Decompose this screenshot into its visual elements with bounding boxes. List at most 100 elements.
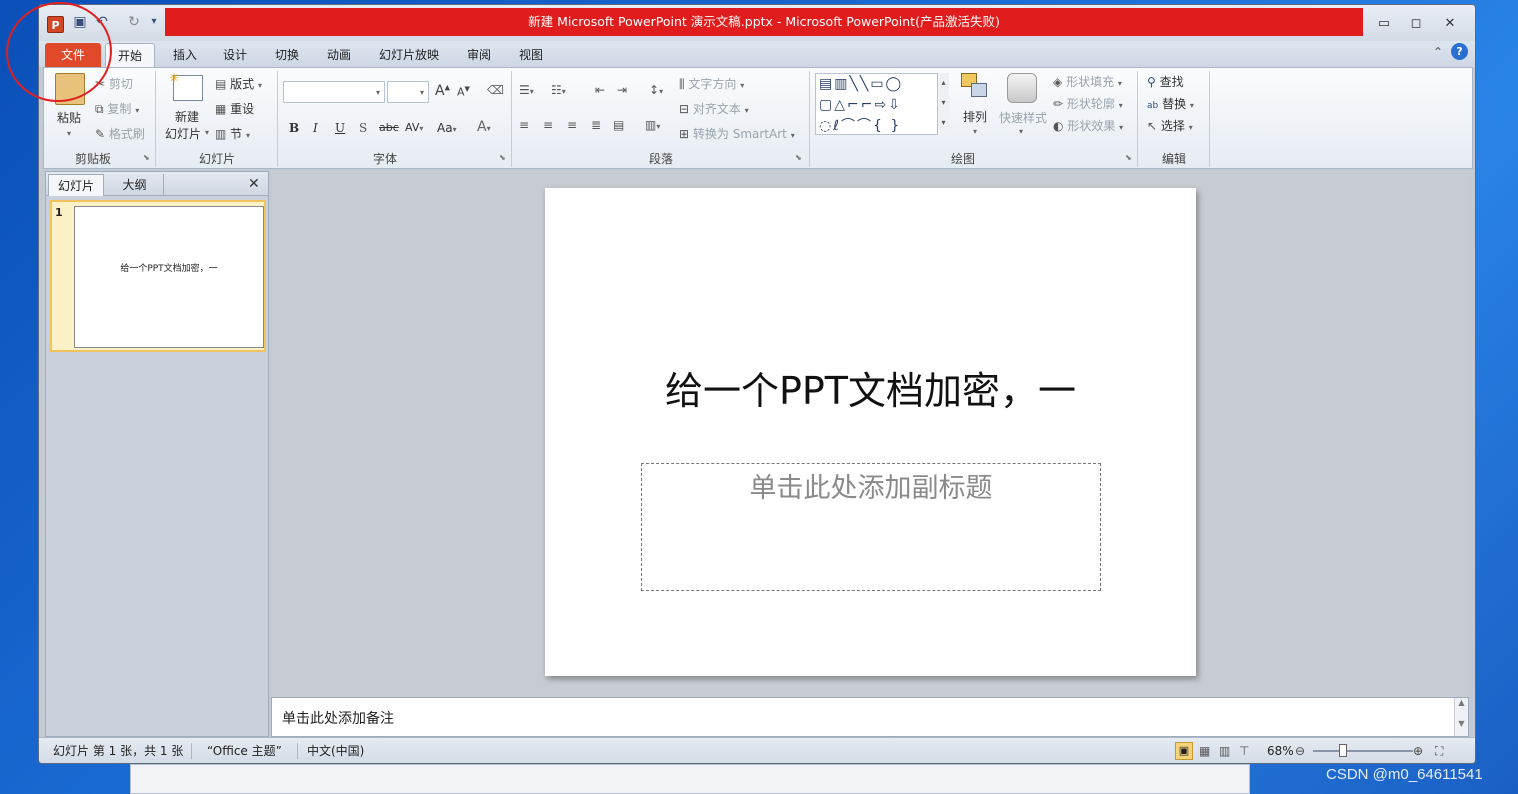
new-slide-label-1[interactable]: 新建: [175, 108, 199, 125]
close-icon[interactable]: ✕: [1437, 15, 1463, 33]
change-case-label: Aa: [437, 121, 453, 135]
new-slide-dropdown-icon[interactable]: ▾: [205, 128, 209, 137]
slide-canvas[interactable]: 给一个PPT文档加密，一 单击此处添加副标题: [545, 188, 1196, 676]
zoom-in-icon[interactable]: ⊕: [1413, 742, 1423, 760]
collapse-ribbon-icon[interactable]: ⌃: [1433, 45, 1443, 59]
font-color-label: A: [477, 119, 487, 135]
strikethrough-button[interactable]: abc: [379, 121, 399, 134]
zoom-slider-thumb[interactable]: [1339, 744, 1347, 757]
minimize-icon[interactable]: ▭: [1371, 15, 1397, 33]
reset-button[interactable]: ▦ 重设: [215, 100, 254, 117]
slides-group-label: 幻灯片: [198, 152, 235, 166]
clipboard-launcher-icon[interactable]: ⬊: [143, 153, 150, 162]
slide-thumbnail[interactable]: 1 给一个PPT文档加密，一: [50, 200, 266, 352]
slideshow-view-icon[interactable]: ⊤: [1239, 742, 1249, 760]
tab-view[interactable]: 视图: [511, 43, 551, 67]
thumbnail-title: 给一个PPT文档加密，一: [120, 264, 218, 274]
grow-font-button[interactable]: A▲: [435, 83, 450, 99]
char-spacing-button[interactable]: AV▾: [405, 121, 423, 134]
arrange-label[interactable]: 排列: [963, 108, 987, 125]
theme-name[interactable]: “Office 主题”: [207, 742, 282, 760]
shape-fill-button[interactable]: ◈ 形状填充 ▾: [1053, 73, 1122, 90]
shrink-font-button[interactable]: A▼: [457, 85, 470, 99]
align-text-button[interactable]: ⊟ 对齐文本 ▾: [679, 100, 749, 117]
line-spacing-button[interactable]: ↕▾: [649, 83, 663, 97]
decrease-indent-icon[interactable]: ⇤: [595, 83, 605, 97]
tab-insert[interactable]: 插入: [165, 43, 205, 67]
language[interactable]: 中文(中国): [307, 742, 364, 760]
tab-animations[interactable]: 动画: [319, 43, 359, 67]
drawing-group-label: 绘图: [950, 152, 975, 166]
customize-qat-icon[interactable]: ▾: [145, 13, 163, 31]
find-button[interactable]: ⚲ 查找: [1147, 73, 1184, 90]
slide-title[interactable]: 给一个PPT文档加密，一: [545, 360, 1196, 415]
numbering-button[interactable]: ☷▾: [551, 83, 566, 97]
clear-format-icon[interactable]: ⌫: [487, 83, 504, 97]
align-right-icon[interactable]: ≡: [567, 118, 577, 132]
zoom-level[interactable]: 68%: [1267, 742, 1294, 760]
justify-icon[interactable]: ≣: [591, 118, 601, 132]
copy-button[interactable]: ⧉ 复制 ▾: [95, 100, 139, 117]
quick-styles-icon[interactable]: [1007, 73, 1037, 103]
columns-button[interactable]: ▥▾: [645, 118, 660, 132]
close-panel-icon[interactable]: ✕: [248, 176, 260, 192]
tab-slides[interactable]: 幻灯片: [48, 174, 104, 196]
text-direction-button[interactable]: ⫼ 文字方向 ▾: [679, 75, 744, 92]
zoom-slider[interactable]: [1313, 750, 1413, 752]
new-slide-label-2[interactable]: 幻灯片: [165, 125, 201, 142]
shape-effects-button[interactable]: ◐ 形状效果 ▾: [1053, 117, 1123, 134]
maximize-icon[interactable]: ◻: [1403, 15, 1429, 33]
layout-button[interactable]: ▤ 版式 ▾: [215, 75, 262, 92]
font-launcher-icon[interactable]: ⬊: [499, 153, 506, 162]
subtitle-placeholder[interactable]: 单击此处添加副标题: [641, 463, 1101, 591]
fit-to-window-icon[interactable]: ⛶: [1435, 742, 1443, 760]
section-button[interactable]: ▥ 节 ▾: [215, 125, 250, 142]
shapes-gallery-scroll[interactable]: ▴ ▾ ▾: [937, 73, 949, 135]
smartart-button[interactable]: ⊞ 转换为 SmartArt ▾: [679, 125, 795, 142]
shape-outline-dropdown-icon: ▾: [1118, 101, 1123, 110]
font-size-dropdown-icon: ▾: [419, 88, 424, 97]
zoom-out-icon[interactable]: ⊖: [1295, 742, 1305, 760]
font-color-button[interactable]: A▾: [477, 119, 491, 135]
bold-button[interactable]: B: [289, 121, 299, 135]
drawing-launcher-icon[interactable]: ⬊: [1125, 153, 1132, 162]
paste-button[interactable]: 粘贴: [57, 109, 81, 126]
quick-styles-label[interactable]: 快速样式: [999, 109, 1047, 126]
select-button[interactable]: ↖ 选择 ▾: [1147, 117, 1193, 134]
normal-view-icon[interactable]: ▣: [1175, 742, 1193, 760]
format-painter-button[interactable]: ✎ 格式刷: [95, 125, 145, 142]
bullets-button[interactable]: ☰▾: [519, 83, 534, 97]
distributed-icon[interactable]: ▤: [613, 118, 624, 132]
underline-button[interactable]: U: [335, 121, 345, 135]
font-name-input[interactable]: ▾: [283, 81, 385, 103]
notes-scrollbar[interactable]: ▲ ▼: [1454, 698, 1468, 736]
tab-review[interactable]: 审阅: [459, 43, 499, 67]
shapes-gallery[interactable]: ▤▥╲╲▭◯ ▢△⌐⌐⇨⇩ ◌ℓ⌒⌒{ }: [815, 73, 949, 135]
replace-button[interactable]: ab 替换 ▾: [1147, 95, 1194, 112]
align-left-icon[interactable]: ≡: [519, 118, 529, 132]
shadow-button[interactable]: S: [359, 121, 367, 135]
reset-label: 重设: [230, 102, 255, 116]
tab-transitions[interactable]: 切换: [267, 43, 307, 67]
notes-pane[interactable]: 单击此处添加备注 ▲ ▼: [271, 697, 1469, 737]
align-text-icon: ⊟: [679, 102, 690, 116]
slide-sorter-icon[interactable]: ▦: [1199, 742, 1210, 760]
align-center-icon[interactable]: ≡: [543, 118, 553, 132]
arrange-dropdown-icon[interactable]: ▾: [973, 127, 977, 136]
tab-design[interactable]: 设计: [215, 43, 255, 67]
tab-slideshow[interactable]: 幻灯片放映: [373, 43, 445, 67]
paste-dropdown-icon[interactable]: ▾: [67, 129, 71, 138]
italic-button[interactable]: I: [313, 121, 318, 135]
font-size-input[interactable]: ▾: [387, 81, 429, 103]
arrange-icon[interactable]: [961, 73, 989, 103]
quick-styles-dropdown-icon[interactable]: ▾: [1019, 127, 1023, 136]
change-case-button[interactable]: Aa▾: [437, 121, 457, 135]
paragraph-launcher-icon[interactable]: ⬊: [795, 153, 802, 162]
help-icon[interactable]: ?: [1451, 43, 1468, 60]
redo-icon[interactable]: ↻: [125, 13, 143, 31]
increase-indent-icon[interactable]: ⇥: [617, 83, 627, 97]
tab-home[interactable]: 开始: [105, 43, 155, 67]
shape-outline-button[interactable]: ✏ 形状轮廓 ▾: [1053, 95, 1123, 112]
tab-outline[interactable]: 大纲: [106, 174, 164, 196]
reading-view-icon[interactable]: ▥: [1219, 742, 1230, 760]
